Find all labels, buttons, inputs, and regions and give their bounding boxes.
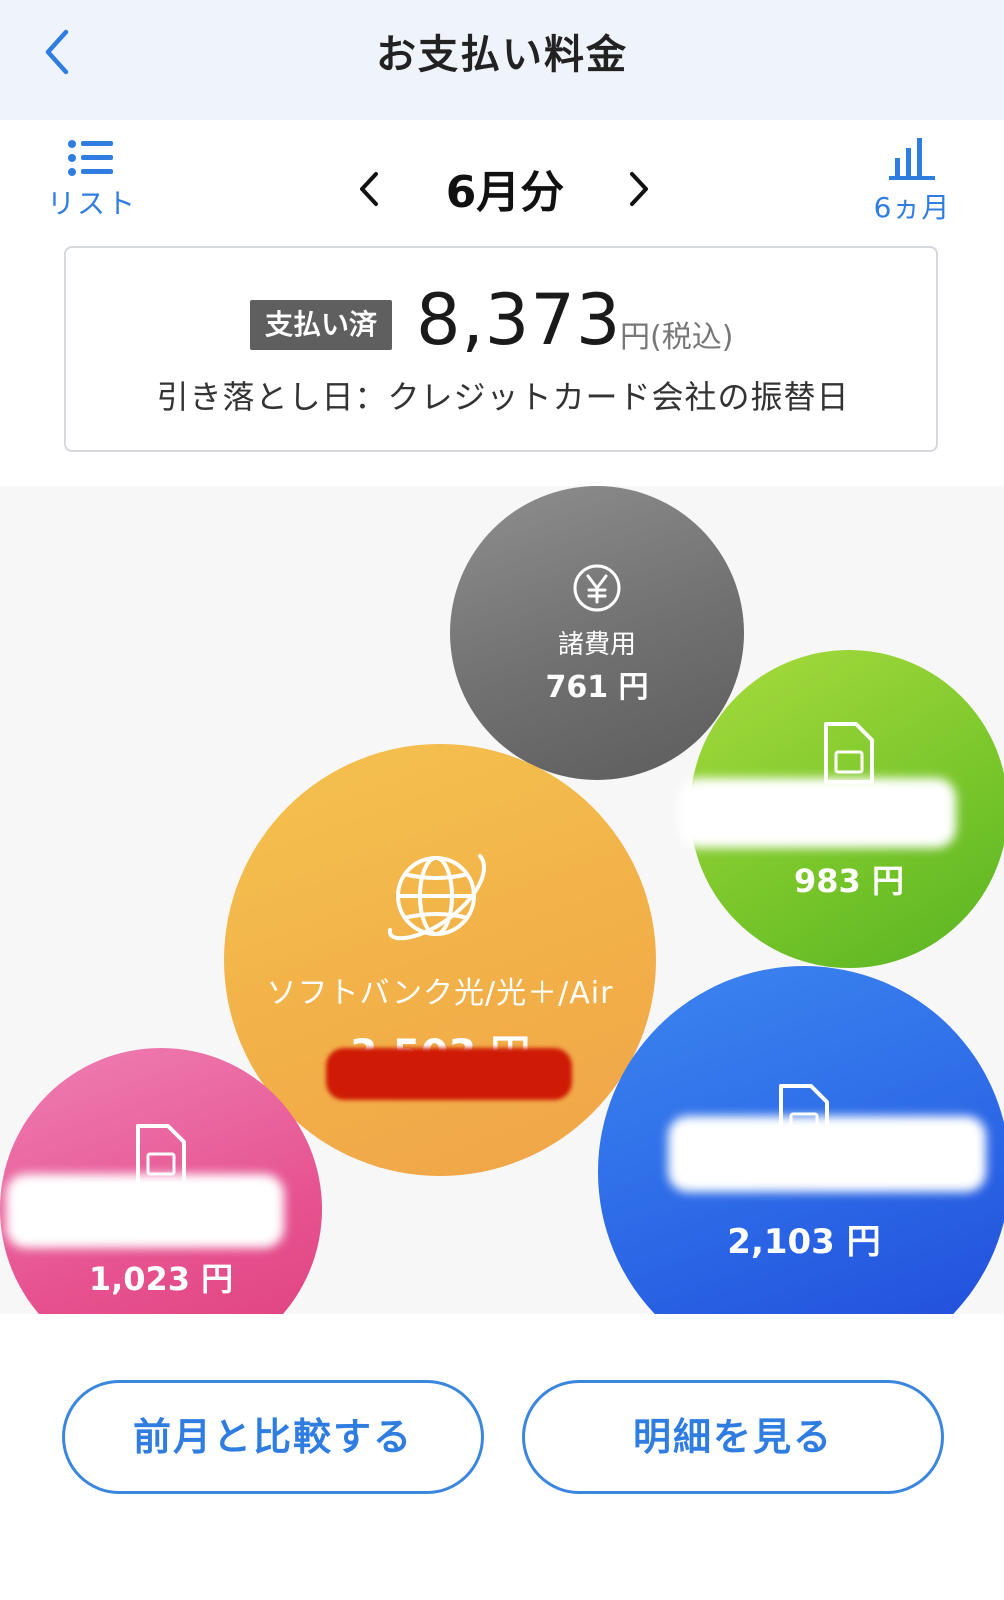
app-header: お支払い料金: [0, 0, 1004, 120]
redaction: [668, 1116, 986, 1192]
breakdown-bubbles: 諸費用 761 円 983 円 ソフトバンク光/光＋/Air 3,503 円: [0, 486, 1004, 1314]
six-month-view-button[interactable]: 6ヵ月: [862, 134, 962, 234]
redaction: [326, 1048, 572, 1100]
fees-name: 諸費用: [557, 630, 636, 660]
redaction: [678, 778, 956, 848]
page-title: お支払い料金: [376, 32, 628, 78]
bar-chart-icon: [889, 138, 935, 180]
mobile-line-bubble-green[interactable]: 983 円: [678, 650, 1004, 968]
fees-bubble[interactable]: 諸費用 761 円: [450, 486, 744, 780]
chevron-left-icon: [360, 172, 378, 206]
amount-unit: 円(税込): [620, 320, 734, 355]
redaction: [6, 1174, 284, 1248]
green-amount: 983 円: [794, 862, 904, 900]
six-month-label: 6ヵ月: [873, 191, 951, 224]
pink-amount: 1,023 円: [88, 1260, 234, 1298]
payment-summary-card: 支払い済 8,373 円(税込) 引き落とし日：クレジットカード会社の振替日: [64, 246, 938, 452]
hikari-name: ソフトバンク光/光＋/Air: [266, 976, 614, 1011]
mobile-line-bubble-blue[interactable]: 2,103 円: [598, 966, 1004, 1314]
compare-previous-month-button[interactable]: 前月と比較する: [62, 1380, 484, 1494]
view-details-button[interactable]: 明細を見る: [522, 1380, 944, 1494]
withdrawal-date: 引き落とし日：クレジットカード会社の振替日: [156, 378, 850, 416]
list-label: リスト: [46, 187, 137, 220]
total-amount: 8,373: [416, 279, 622, 361]
status-badge: 支払い済: [250, 300, 392, 350]
period-nav: リスト 6月分 6ヵ月: [0, 120, 1004, 242]
fees-amount: 761 円: [545, 670, 649, 705]
globe-icon: [387, 854, 486, 941]
previous-month-button[interactable]: [350, 164, 390, 214]
list-icon: [68, 140, 113, 176]
chevron-right-icon: [630, 172, 648, 206]
next-month-button[interactable]: [618, 164, 658, 214]
month-label: 6月分: [445, 167, 565, 218]
yen-icon: [573, 564, 621, 612]
blue-amount: 2,103 円: [727, 1222, 881, 1262]
list-view-button[interactable]: リスト: [42, 138, 142, 232]
